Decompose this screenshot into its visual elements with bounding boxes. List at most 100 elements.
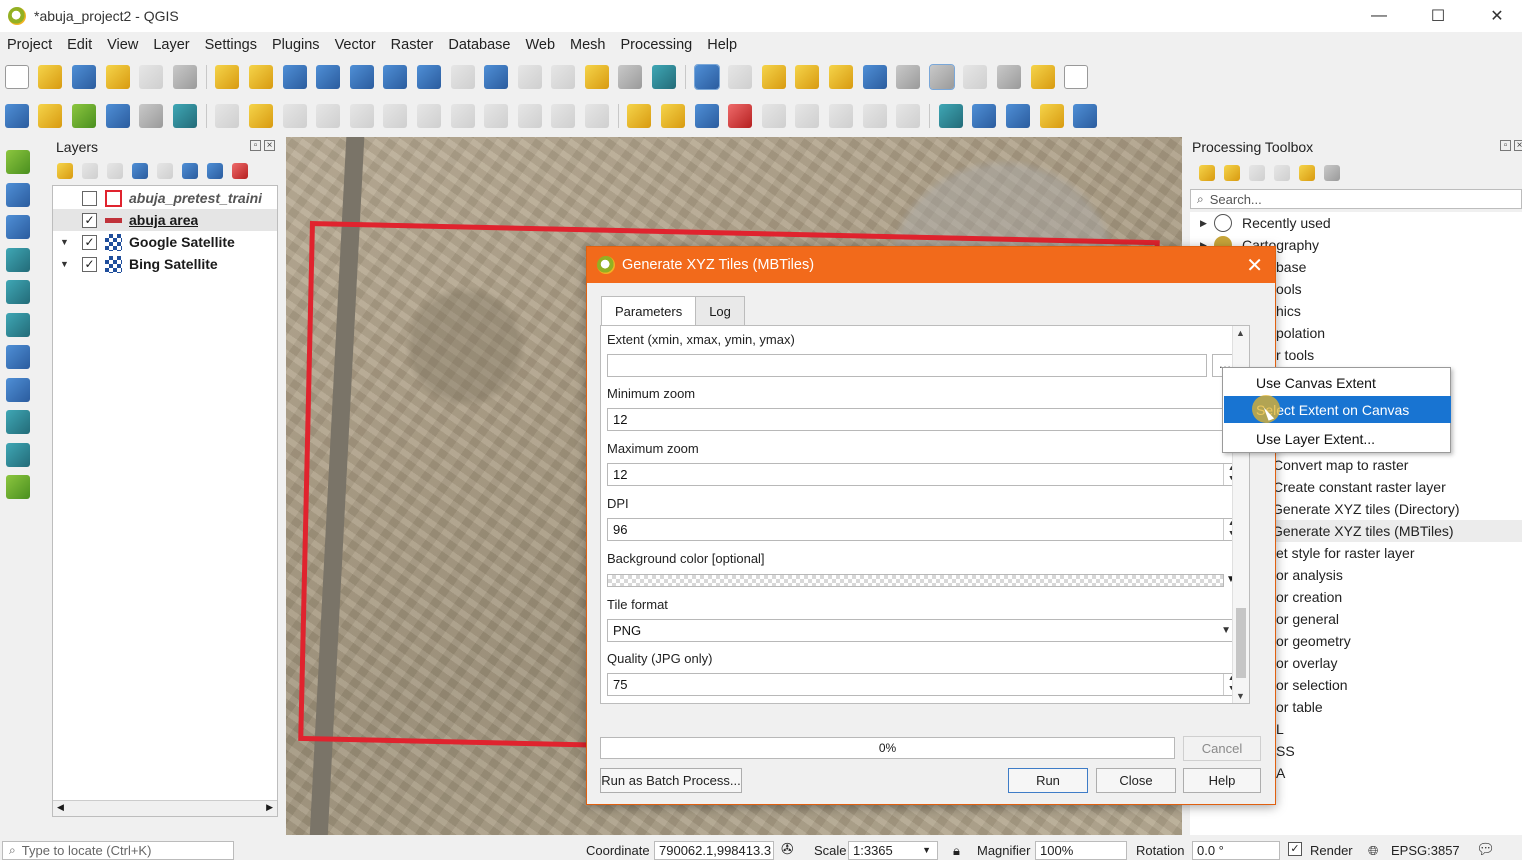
options-wrench-icon[interactable]	[1323, 165, 1340, 181]
menu-help[interactable]: Help	[700, 37, 745, 53]
save-layer-edits-icon[interactable]	[282, 104, 307, 128]
models-icon[interactable]	[1198, 165, 1215, 181]
manage-map-themes-icon[interactable]	[106, 163, 123, 179]
menu-raster[interactable]: Raster	[384, 37, 442, 53]
menu-mesh[interactable]: Mesh	[563, 37, 613, 53]
filter-by-expression-icon[interactable]	[156, 163, 173, 179]
add-postgis-icon[interactable]	[6, 345, 30, 369]
zoom-in-icon[interactable]	[282, 65, 307, 89]
scroll-down-icon[interactable]: ▼	[1236, 691, 1245, 701]
zoom-to-selection-icon[interactable]	[383, 65, 408, 89]
menu-web[interactable]: Web	[518, 37, 563, 53]
add-group-icon[interactable]	[81, 163, 98, 179]
menu-project[interactable]: Project	[0, 37, 60, 53]
open-layer-styling-icon[interactable]	[56, 163, 73, 179]
undo-icon[interactable]	[551, 104, 576, 128]
messages-icon[interactable]: 💬︎	[1476, 840, 1495, 858]
scale-select[interactable]: 1:3365 ▼	[848, 841, 938, 860]
new-project-icon[interactable]	[4, 65, 29, 89]
cancel-button[interactable]: Cancel	[1183, 736, 1261, 761]
modify-attributes-icon[interactable]	[383, 104, 408, 128]
tile-format-select[interactable]: PNG ▼	[607, 619, 1240, 642]
close-panel-icon[interactable]: ×	[264, 140, 275, 151]
menu-plugins[interactable]: Plugins	[265, 37, 328, 53]
add-spatialite-icon[interactable]	[6, 280, 30, 304]
scripts-icon[interactable]	[1223, 165, 1240, 181]
remove-layer-icon[interactable]	[231, 163, 248, 179]
float-panel-icon[interactable]: ▫	[1500, 140, 1511, 151]
magnifier-input[interactable]: 100%	[1035, 841, 1127, 860]
max-zoom-input[interactable]: 12 ▲▼	[607, 463, 1240, 486]
search-qms-icon[interactable]	[972, 104, 997, 128]
add-delimited-text-icon[interactable]	[6, 247, 30, 272]
menu-item-use-canvas-extent[interactable]: Use Canvas Extent	[1224, 369, 1451, 396]
bookmarks-icon[interactable]	[618, 65, 643, 89]
edit-features-in-place-icon[interactable]	[1298, 165, 1315, 181]
maximize-button[interactable]: ☐	[1409, 0, 1467, 32]
menu-vector[interactable]: Vector	[328, 37, 384, 53]
processing-toolbox-icon[interactable]	[928, 64, 955, 90]
horizontal-scrollbar[interactable]: ◀ ▶	[53, 800, 277, 816]
scroll-right-icon[interactable]: ▶	[266, 802, 273, 813]
map-tips-icon[interactable]	[1030, 65, 1055, 89]
minimize-button[interactable]: —	[1350, 0, 1408, 32]
collapse-all-icon[interactable]	[206, 163, 223, 179]
temporal-controller-icon[interactable]	[584, 65, 609, 89]
measure-line-icon[interactable]	[997, 65, 1022, 89]
quickmapservices-icon[interactable]	[938, 104, 963, 128]
menu-processing[interactable]: Processing	[614, 37, 701, 53]
refresh-icon[interactable]	[652, 65, 677, 89]
attribute-table-icon[interactable]	[862, 65, 887, 89]
change-label-icon[interactable]	[862, 104, 887, 128]
add-feature-icon[interactable]	[316, 104, 341, 128]
coordinate-field[interactable]: 790062.1,998413.3	[654, 841, 774, 860]
layer-row-abuja-area[interactable]: ✓ abuja area	[53, 209, 277, 231]
extent-input[interactable]	[607, 354, 1207, 377]
scroll-up-icon[interactable]: ▲	[1236, 328, 1245, 338]
rotation-input[interactable]: 0.0 °	[1192, 841, 1280, 860]
move-label-icon[interactable]	[795, 104, 820, 128]
redo-icon[interactable]	[584, 104, 609, 128]
results-viewer-icon[interactable]	[1273, 165, 1290, 181]
min-zoom-input[interactable]: 12	[607, 408, 1224, 431]
metasearch-icon[interactable]	[1006, 104, 1031, 128]
pan-to-selection-icon[interactable]	[248, 65, 273, 89]
select-features-icon[interactable]	[761, 65, 786, 89]
save-project-icon[interactable]	[71, 65, 96, 89]
diagram-options-icon[interactable]	[661, 104, 686, 128]
toolbox-item-recently-used[interactable]: ▶ Recently used	[1190, 212, 1522, 234]
identify-features-icon[interactable]	[693, 64, 720, 90]
deselect-features-icon[interactable]	[829, 65, 854, 89]
layer-visibility-checkbox[interactable]	[82, 190, 97, 206]
add-vector-layer-icon[interactable]	[6, 150, 30, 174]
scroll-left-icon[interactable]: ◀	[57, 802, 64, 813]
menu-database[interactable]: Database	[441, 37, 518, 53]
render-checkbox[interactable]: ✓	[1288, 842, 1302, 856]
paste-features-icon[interactable]	[517, 104, 542, 128]
history-icon[interactable]	[1248, 165, 1265, 181]
label-toolbar-icon[interactable]	[627, 104, 652, 128]
zoom-last-icon[interactable]	[484, 65, 509, 89]
add-mesh-layer-icon[interactable]	[6, 215, 30, 239]
pan-hand-icon[interactable]	[215, 65, 240, 89]
field-calculator-icon[interactable]	[896, 65, 921, 89]
menu-view[interactable]: View	[100, 37, 146, 53]
new-map-view-icon[interactable]	[551, 65, 576, 89]
actions-icon[interactable]	[728, 65, 753, 89]
run-button[interactable]: Run	[1008, 768, 1088, 793]
new-geopackage-layer-icon[interactable]	[38, 104, 63, 128]
chevron-down-icon[interactable]: ▼	[60, 259, 74, 269]
zoom-native-icon[interactable]	[450, 65, 475, 89]
copy-features-icon[interactable]	[484, 104, 509, 128]
new-print-layout-icon[interactable]	[105, 65, 130, 89]
open-project-icon[interactable]	[38, 65, 63, 89]
add-virtual-layer-icon[interactable]	[6, 312, 30, 337]
help-button[interactable]: Help	[1183, 768, 1261, 793]
layer-visibility-checkbox[interactable]: ✓	[82, 256, 97, 272]
add-wcs-icon[interactable]	[6, 410, 30, 434]
dpi-input[interactable]: 96 ▲▼	[607, 518, 1240, 541]
toggle-editing-icon[interactable]	[248, 104, 273, 128]
crs-button[interactable]: EPSG:3857	[1391, 843, 1460, 858]
add-raster-layer-icon[interactable]	[6, 182, 30, 207]
float-panel-icon[interactable]: ▫	[250, 140, 261, 151]
